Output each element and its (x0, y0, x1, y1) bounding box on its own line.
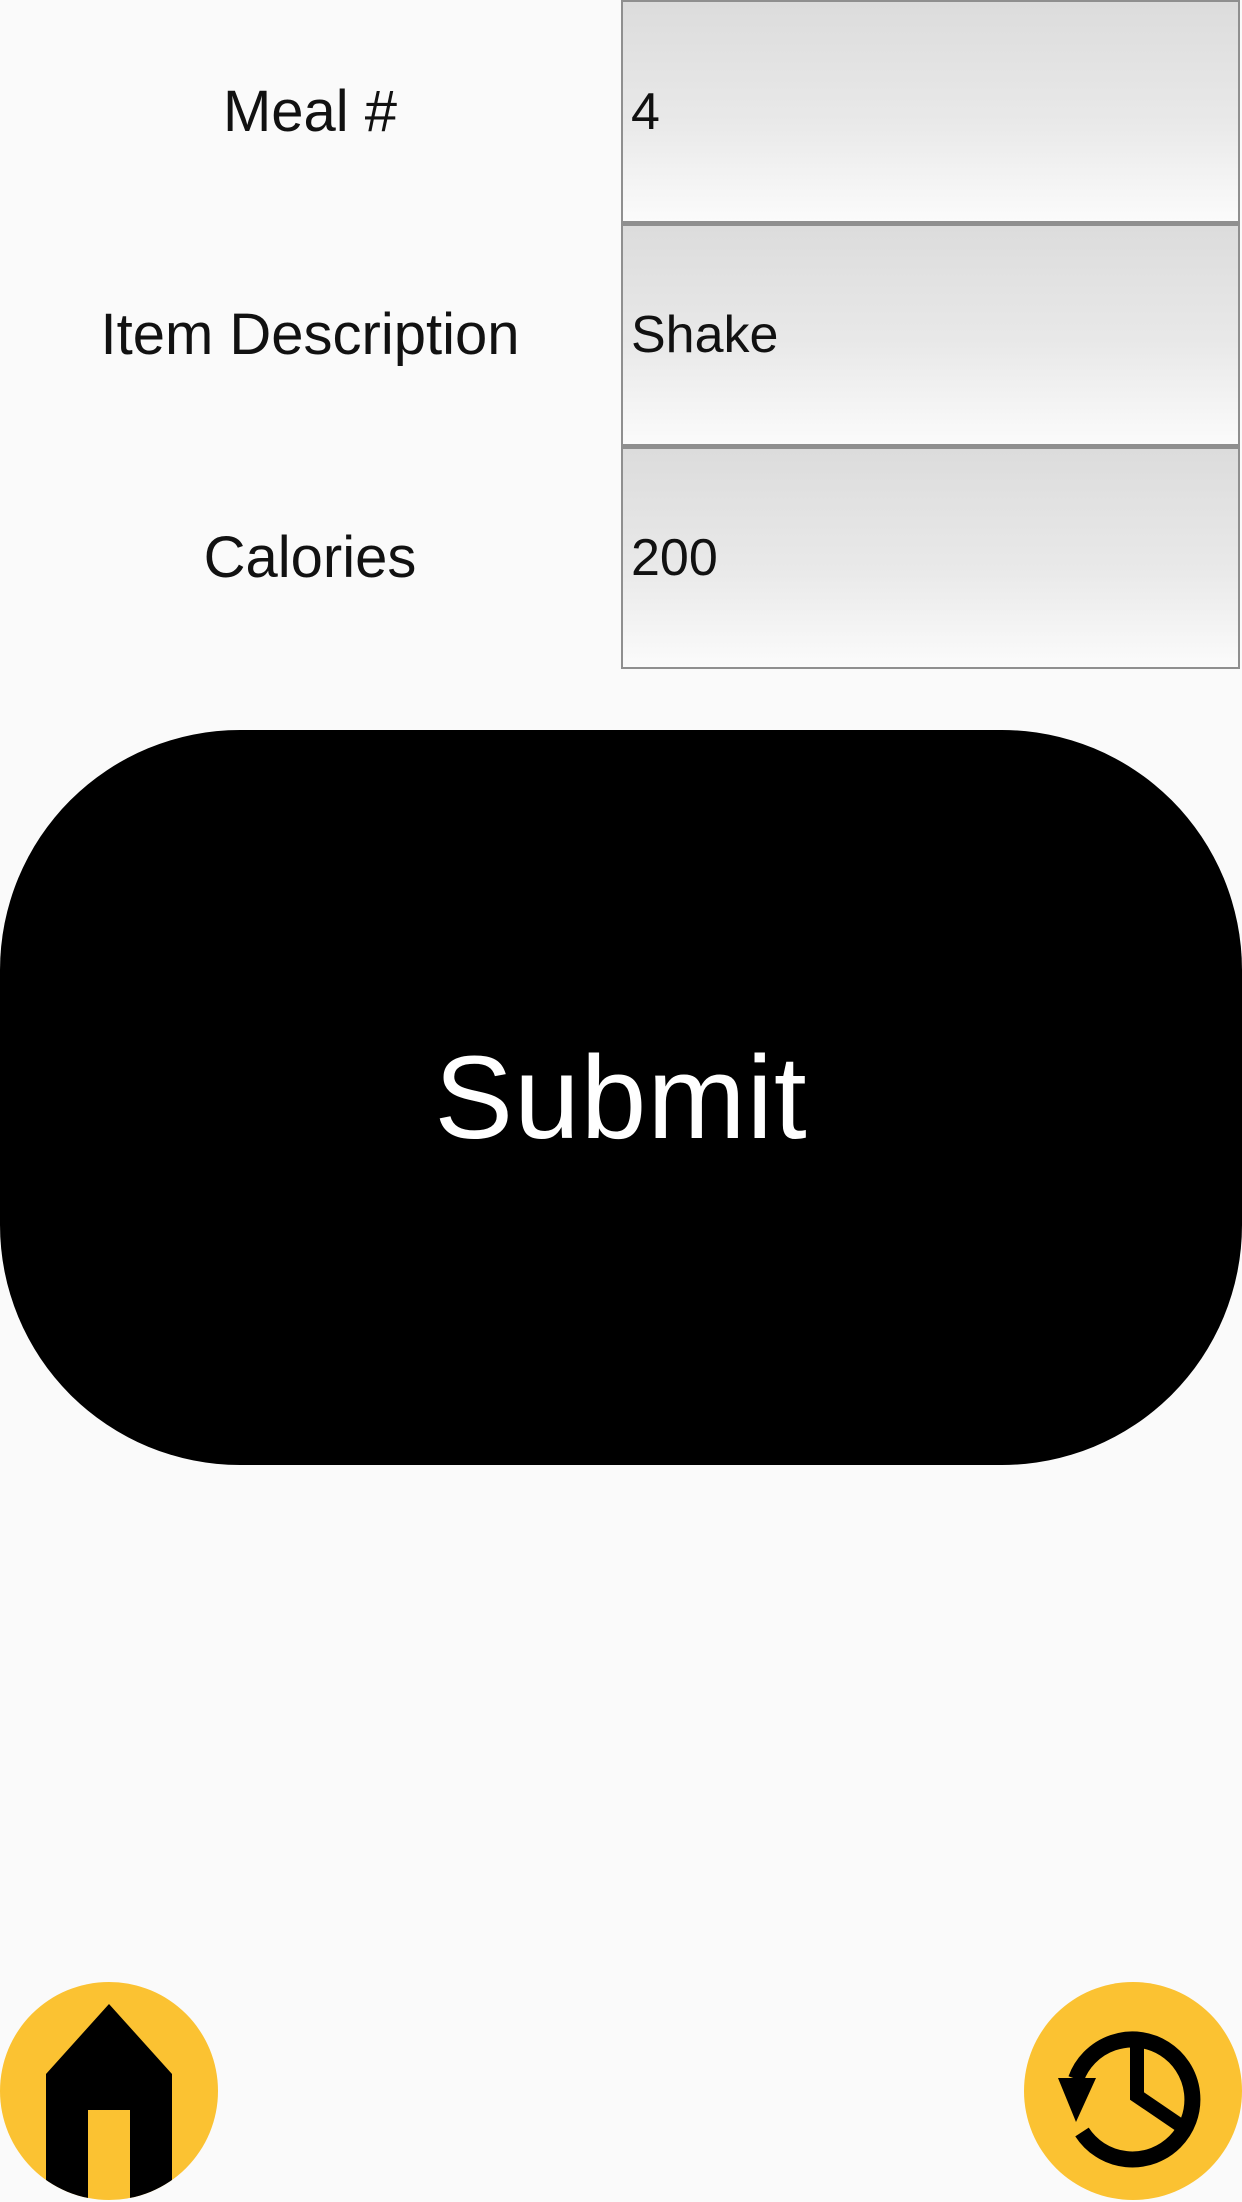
history-button[interactable] (1024, 1982, 1242, 2200)
calories-input[interactable] (621, 446, 1240, 669)
item-description-row: Item Description (0, 223, 1242, 446)
history-icon (1058, 2031, 1201, 2168)
meal-number-input[interactable] (621, 0, 1240, 223)
meal-number-row: Meal # (0, 0, 1242, 223)
meal-number-label: Meal # (222, 79, 398, 144)
submit-button-label: Submit (434, 1031, 808, 1164)
home-icon (46, 2004, 172, 2200)
item-description-label: Item Description (100, 302, 520, 367)
item-description-input[interactable] (621, 223, 1240, 446)
calories-row: Calories (0, 446, 1242, 669)
submit-button[interactable]: Submit (0, 730, 1242, 1465)
home-button[interactable] (0, 1982, 218, 2200)
calories-label: Calories (203, 525, 417, 590)
